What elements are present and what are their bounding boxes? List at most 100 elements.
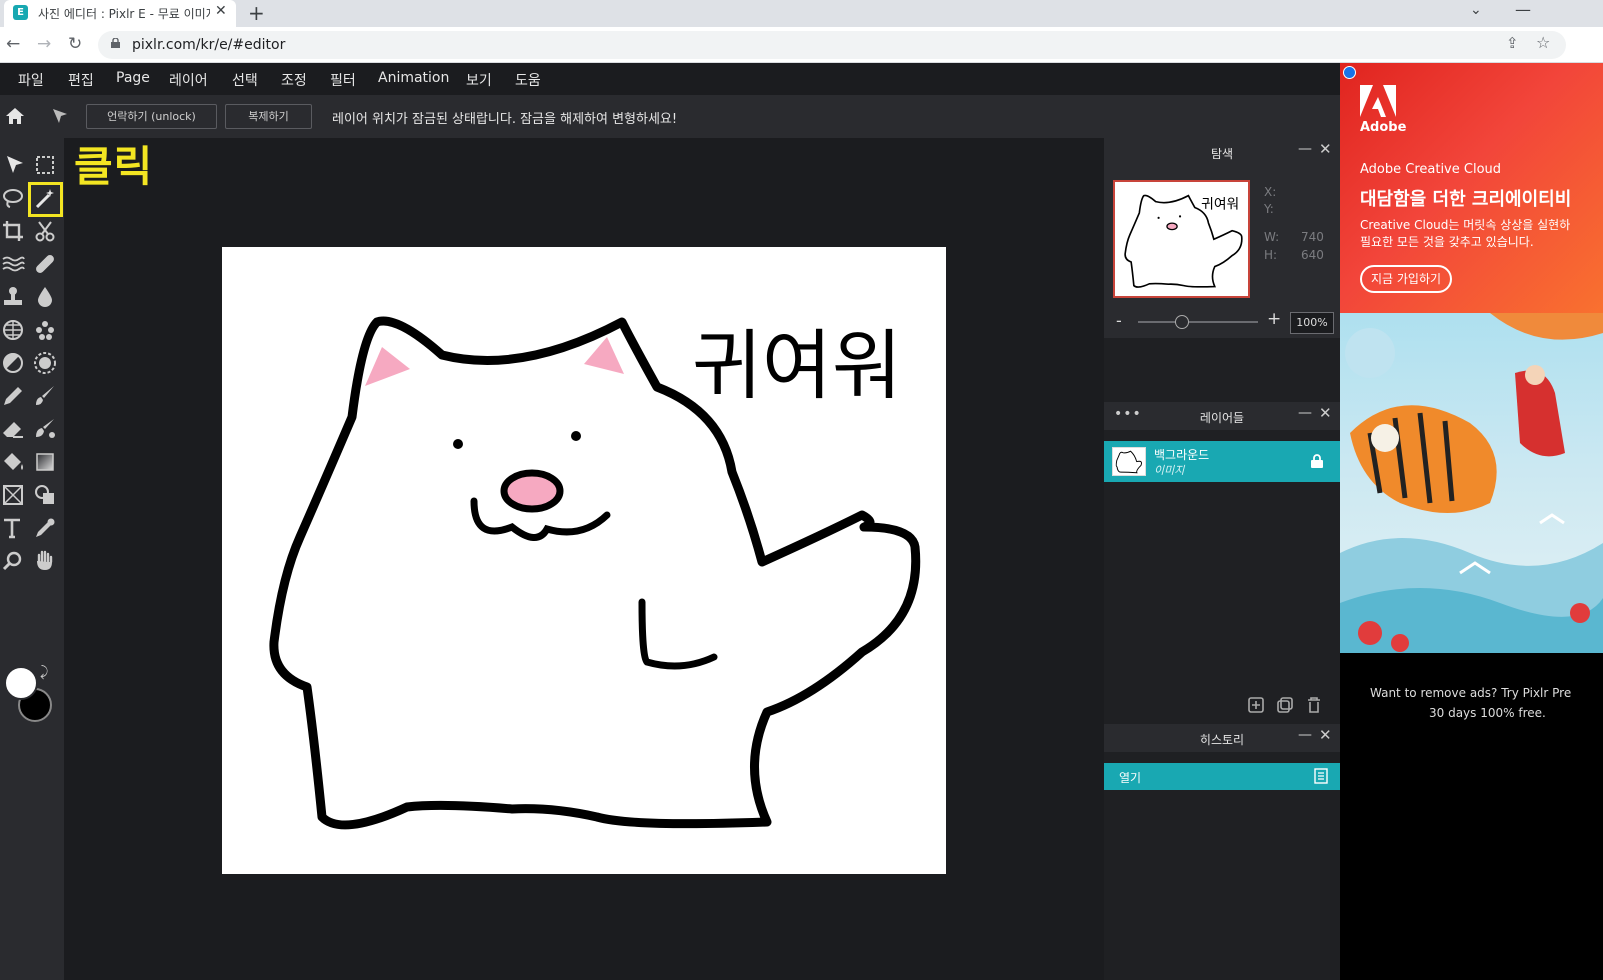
share-icon[interactable]: ⇪ (1506, 34, 1519, 52)
heal-icon[interactable] (32, 251, 58, 277)
eyedropper-icon[interactable] (32, 515, 58, 541)
menu-filter[interactable]: 필터 (330, 70, 356, 90)
foreground-color-swatch[interactable] (4, 666, 38, 700)
menu-edit[interactable]: 편집 (68, 70, 94, 90)
delete-layer-icon[interactable] (1305, 696, 1323, 714)
brush-icon[interactable] (32, 383, 58, 409)
menu-adjust[interactable]: 조정 (281, 70, 307, 90)
zoom-icon[interactable] (0, 548, 26, 574)
minimize-icon[interactable]: — (1298, 727, 1312, 743)
ad-badge-icon[interactable] (1343, 66, 1356, 79)
pencil-icon[interactable] (0, 383, 26, 409)
x-label: X: (1264, 185, 1277, 199)
magic-wand-icon[interactable] (32, 186, 58, 212)
zoom-value[interactable]: 100% (1290, 312, 1334, 334)
window-minimize-button[interactable]: — (1515, 0, 1531, 19)
sponge-icon[interactable] (0, 317, 26, 343)
sharpen-icon[interactable] (32, 350, 58, 376)
pixlr-editor: 파일 편집 Page 레이어 선택 조정 필터 Animation 보기 도움 … (0, 63, 1340, 980)
close-icon[interactable]: ✕ (1319, 140, 1332, 158)
url-field[interactable]: pixlr.com/kr/e/#editor ⇪ ☆ (98, 31, 1566, 59)
menu-bar: 파일 편집 Page 레이어 선택 조정 필터 Animation 보기 도움 (0, 63, 1340, 95)
menu-layer[interactable]: 레이어 (169, 70, 208, 90)
arrow-select-icon[interactable] (50, 106, 70, 126)
dodge-icon[interactable] (0, 350, 26, 376)
navigator-body: 귀여워 X: Y: W: 740 H: 640 (1104, 166, 1340, 306)
navigator-thumbnail[interactable]: 귀여워 (1113, 180, 1250, 298)
click-annotation: 클릭 (74, 142, 154, 191)
free-trial-text: 30 days 100% free. (1429, 706, 1546, 720)
options-bar: 언락하기 (unlock) 복제하기 레이어 위치가 잠금된 상태랍니다. 잠금… (0, 95, 1340, 138)
menu-view[interactable]: 보기 (466, 70, 492, 90)
ad-brand: Adobe (1360, 120, 1407, 135)
ad-illustration[interactable] (1340, 313, 1603, 653)
ad-body-line-1: Creative Cloud는 머릿속 상상을 실현하 (1360, 218, 1571, 232)
menu-page[interactable]: Page (116, 70, 150, 86)
close-icon[interactable]: ✕ (1319, 404, 1332, 422)
cut-icon[interactable] (32, 218, 58, 244)
eraser-icon[interactable] (0, 416, 26, 442)
zoom-in-icon[interactable]: + (1267, 309, 1281, 329)
w-value: 740 (1301, 230, 1324, 244)
marquee-icon[interactable] (32, 152, 58, 178)
ad-signup-button[interactable]: 지금 가입하기 (1360, 265, 1452, 293)
tab-close-icon[interactable]: ✕ (215, 3, 227, 19)
layer-actions (1104, 690, 1340, 720)
zoom-slider-track[interactable] (1138, 321, 1258, 323)
tab-search-chevron-icon[interactable]: ⌄ (1470, 2, 1482, 18)
image-canvas[interactable]: 귀여워 (222, 247, 946, 874)
detail-icon[interactable] (32, 317, 58, 343)
minimize-icon[interactable]: — (1298, 405, 1312, 421)
new-tab-button[interactable]: + (248, 1, 265, 25)
swap-colors-icon[interactable]: ⤸ (40, 664, 48, 680)
duplicate-layer-icon[interactable] (1276, 696, 1294, 714)
history-item[interactable]: 열기 (1104, 763, 1340, 790)
url-text: pixlr.com/kr/e/#editor (132, 37, 286, 53)
cute-dog-drawing: 귀여워 (269, 316, 921, 830)
menu-help[interactable]: 도움 (515, 70, 541, 90)
shape-icon[interactable] (32, 482, 58, 508)
menu-animation[interactable]: Animation (378, 70, 449, 86)
layer-type: 이미지 (1154, 464, 1185, 477)
menu-file[interactable]: 파일 (18, 70, 44, 90)
adobe-ad[interactable]: Adobe Adobe Creative Cloud 대담함을 더한 크리에이티… (1340, 63, 1603, 313)
arrow-select-icon[interactable] (2, 152, 28, 178)
layer-item[interactable]: 백그라운드 이미지 (1104, 441, 1340, 482)
blur-icon[interactable] (32, 284, 58, 310)
text-icon[interactable] (0, 515, 26, 541)
crop-icon[interactable] (0, 218, 26, 244)
zoom-out-icon[interactable]: - (1116, 311, 1122, 330)
back-icon[interactable]: ← (6, 34, 20, 54)
gradient-icon[interactable] (32, 449, 58, 475)
stamp-icon[interactable] (0, 284, 26, 310)
hand-icon[interactable] (32, 548, 58, 574)
minimize-icon[interactable]: — (1298, 141, 1312, 157)
duplicate-button[interactable]: 복제하기 (225, 104, 312, 129)
zoom-slider-handle[interactable] (1175, 315, 1189, 329)
layer-lock-icon[interactable] (1311, 454, 1323, 468)
close-icon[interactable]: ✕ (1319, 726, 1332, 744)
fill-icon[interactable] (0, 449, 26, 475)
add-layer-icon[interactable] (1247, 696, 1265, 714)
lasso-icon[interactable] (0, 185, 26, 211)
thumb-text: 귀여워 (1201, 196, 1239, 212)
right-panels: 탐색 — ✕ 귀여워 X: Y: W: 740 H: 640 - + 100% … (1104, 138, 1340, 980)
layer-name: 백그라운드 (1154, 448, 1210, 462)
bookmark-star-icon[interactable]: ☆ (1536, 33, 1550, 52)
menu-select[interactable]: 선택 (232, 70, 258, 90)
h-label: H: (1264, 248, 1278, 262)
home-icon[interactable] (5, 106, 25, 126)
h-value: 640 (1301, 248, 1324, 262)
browser-tab-bar: E 사진 에디터 : Pixlr E - 무료 이미지 에디터 ✕ + ⌄ — (0, 0, 1603, 27)
ad-product: Adobe Creative Cloud (1360, 162, 1502, 177)
browser-tab[interactable]: E 사진 에디터 : Pixlr E - 무료 이미지 에디터 ✕ (4, 0, 236, 27)
history-document-icon (1314, 768, 1328, 784)
color-replace-icon[interactable] (32, 416, 58, 442)
unlock-button[interactable]: 언락하기 (unlock) (86, 104, 217, 129)
zoom-row: - + 100% (1104, 306, 1340, 338)
reload-icon[interactable]: ↻ (68, 34, 82, 54)
forward-icon[interactable]: → (37, 34, 51, 54)
shape-rect-icon[interactable] (0, 482, 26, 508)
remove-ads-text[interactable]: Want to remove ads? Try Pixlr Pre (1370, 686, 1571, 700)
liquify-icon[interactable] (0, 251, 26, 277)
